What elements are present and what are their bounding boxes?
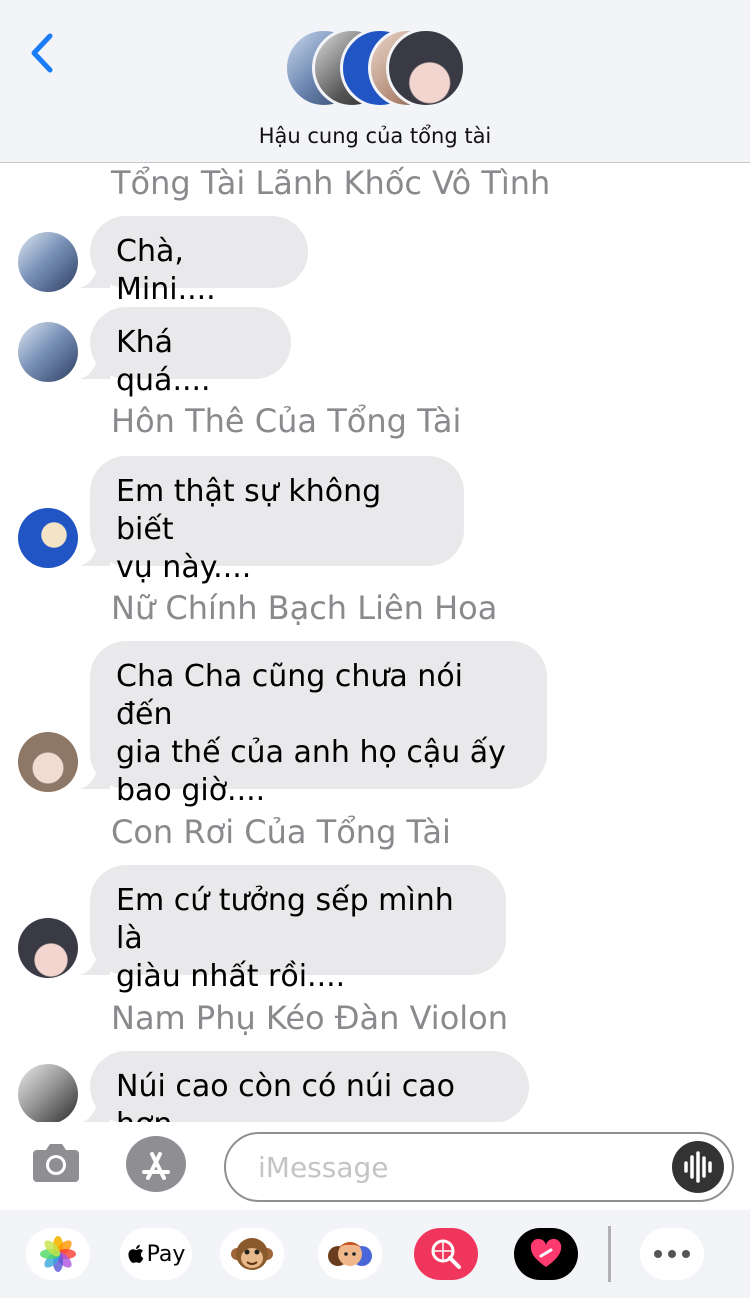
bubble-tail <box>80 759 110 789</box>
message-line: gia thế của anh họ cậu ấy <box>116 735 506 770</box>
message-line: bao giờ.... <box>116 773 266 808</box>
chevron-left-icon[interactable] <box>24 30 64 76</box>
sender-avatar[interactable] <box>18 508 78 568</box>
sender-avatar[interactable] <box>18 322 78 382</box>
message-line: vụ này.... <box>116 550 252 585</box>
bubble-tail <box>80 945 110 975</box>
message-text: Khá quá.... <box>116 325 211 398</box>
digital-touch-heart-icon[interactable] <box>514 1228 578 1280</box>
apple-pay-label: Pay <box>146 1241 186 1267</box>
app-store-icon[interactable] <box>126 1136 186 1192</box>
bubble-tail <box>80 536 110 566</box>
message-field[interactable] <box>224 1132 734 1202</box>
sender-name: Hôn Thê Của Tổng Tài <box>111 402 462 440</box>
message-line: Em thật sự không biết <box>116 474 382 547</box>
compose-bar <box>0 1122 750 1210</box>
sender-name: Con Rơi Của Tổng Tài <box>111 813 451 851</box>
group-avatars[interactable] <box>284 28 474 112</box>
message-bubble[interactable]: Em cứ tưởng sếp mình là giàu nhất rồi...… <box>80 865 506 994</box>
message-input[interactable] <box>256 1146 660 1188</box>
sender-name: Nữ Chính Bạch Liên Hoa <box>111 589 498 627</box>
drawer-separator <box>608 1226 611 1282</box>
more-icon[interactable] <box>640 1228 704 1280</box>
sender-avatar[interactable] <box>18 732 78 792</box>
camera-icon[interactable] <box>31 1140 81 1184</box>
sender-avatar[interactable] <box>18 232 78 292</box>
message-line: Cha Cha cũng chưa nói đến <box>116 659 464 732</box>
app-drawer: Pay <box>0 1210 750 1298</box>
bubble-tail <box>80 258 110 288</box>
message-bubble[interactable]: Cha Cha cũng chưa nói đến gia thế của an… <box>80 641 547 808</box>
message-bubble[interactable]: Em thật sự không biết vụ này.... <box>80 456 464 585</box>
apple-pay-icon[interactable]: Pay <box>120 1228 192 1280</box>
photos-icon[interactable] <box>26 1228 90 1280</box>
sender-avatar[interactable] <box>18 918 78 978</box>
animoji-monkey-icon[interactable] <box>220 1228 284 1280</box>
message-bubble[interactable]: Khá quá.... <box>80 307 291 398</box>
sender-name: Tổng Tài Lãnh Khốc Vô Tình <box>111 164 551 202</box>
audio-waveform-icon[interactable] <box>672 1141 724 1193</box>
message-line: giàu nhất rồi.... <box>116 959 346 994</box>
sender-name: Nam Phụ Kéo Đàn Violon <box>111 999 509 1037</box>
bubble-tail <box>80 349 110 379</box>
message-bubble[interactable]: Chà, Mini.... <box>80 216 308 307</box>
web-search-icon[interactable] <box>414 1228 478 1280</box>
bubble-tail <box>80 1093 110 1123</box>
sender-avatar[interactable] <box>18 1064 78 1124</box>
group-title[interactable]: Hậu cung của tổng tài <box>0 124 750 148</box>
message-line: Em cứ tưởng sếp mình là <box>116 883 454 956</box>
message-text: Chà, Mini.... <box>116 234 216 307</box>
memoji-icon[interactable] <box>318 1228 382 1280</box>
conversation-header: Hậu cung của tổng tài <box>0 0 750 163</box>
message-bubble[interactable]: Núi cao còn có núi cao hơn <box>80 1051 529 1142</box>
group-avatar-5 <box>386 28 466 108</box>
